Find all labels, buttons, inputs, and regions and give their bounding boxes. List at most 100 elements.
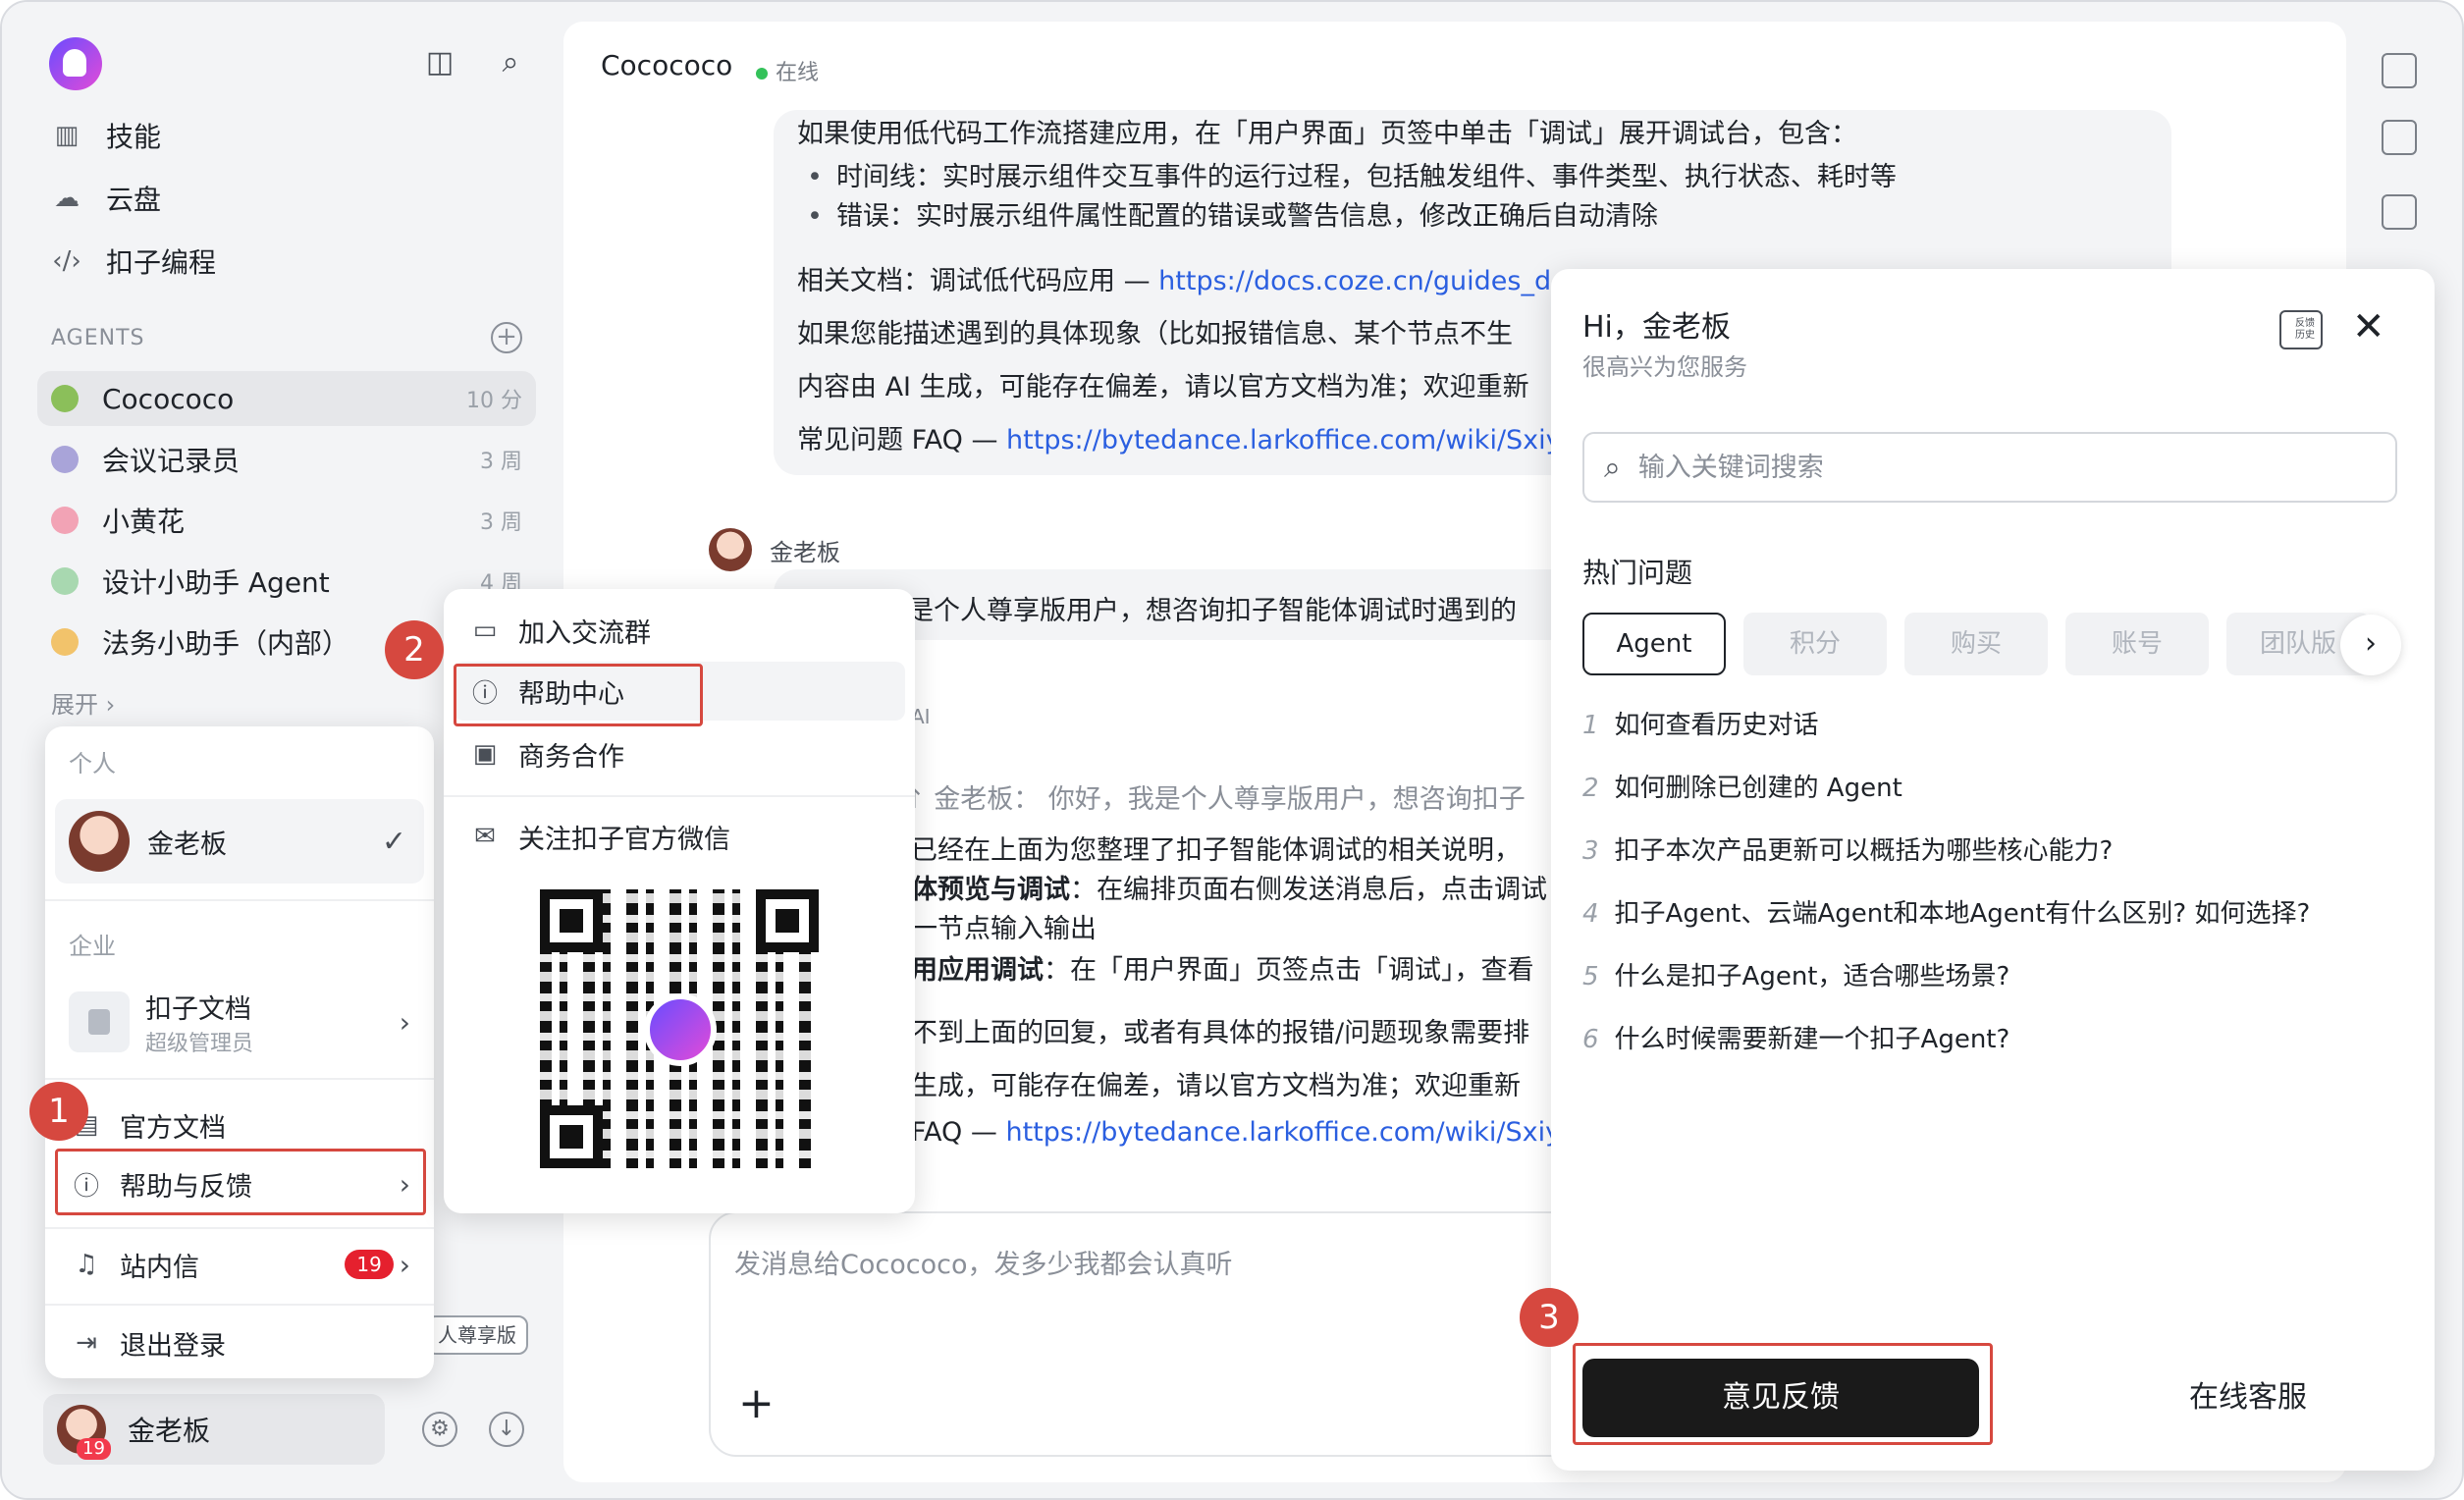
message-text: 如果您能描述遇到的具体现象（比如报错信息、某个节点不生: [797, 319, 1513, 349]
join-group-item[interactable]: ▭ 加入交流群: [454, 601, 905, 660]
collapse-sidebar-icon[interactable]: ◫: [422, 45, 457, 80]
agent-item[interactable]: Cocococo 10 分: [37, 371, 536, 426]
coze-logo[interactable]: [49, 37, 102, 90]
agents-section-label: AGENTS: [51, 326, 145, 350]
calendar-icon[interactable]: [2382, 120, 2417, 155]
tag-points[interactable]: 积分: [1743, 613, 1887, 675]
divider: [45, 1227, 434, 1229]
help-subtitle: 很高兴为您服务: [1582, 353, 1747, 381]
divider: [444, 795, 915, 797]
divider: [45, 1304, 434, 1306]
quoted-message: ↑ 金老板： 你好，我是个人尊享版用户，想咨询扣子: [903, 784, 1526, 815]
qr-finder: [756, 889, 819, 952]
nav-skills[interactable]: ▥ 技能: [51, 110, 161, 161]
faq-item[interactable]: 1 如何查看历史对话: [1582, 705, 1819, 741]
faq-reference: 常见问题 FAQ — https://bytedance.larkoffice.…: [797, 425, 1583, 455]
download-icon[interactable]: ↓: [489, 1412, 524, 1447]
message-text: 是个人尊享版用户，想咨询扣子智能体调试时遇到的: [907, 596, 1517, 626]
chat-bubble-icon: ▭: [472, 616, 498, 645]
faq-item[interactable]: 6 什么时候需要新建一个扣子Agent?: [1582, 1019, 2009, 1055]
notification-badge: 19: [77, 1438, 111, 1460]
nav-cloud-drive[interactable]: ☁ 云盘: [51, 173, 161, 224]
chevron-right-icon: ›: [399, 1005, 410, 1039]
hot-questions-title: 热门问题: [1582, 557, 1693, 589]
message-bullet: 错误：实时展示组件属性配置的错误或警告信息，修改正确后自动清除: [807, 194, 1658, 233]
app-window: ◫ ⌕ ▥ 技能 ☁ 云盘 ‹/› 扣子编程 AGENTS + Cocococo…: [0, 0, 2464, 1500]
agent-item[interactable]: 会议记录员 3 周: [37, 432, 536, 487]
agent-avatar: [51, 567, 79, 595]
agent-item[interactable]: 小黄花 3 周: [37, 493, 536, 548]
online-support-button[interactable]: 在线客服: [2101, 1359, 2395, 1437]
step-marker: 2: [385, 620, 444, 679]
cloud-icon: ☁: [54, 184, 80, 213]
settings-gear-icon[interactable]: ⚙: [422, 1412, 457, 1447]
qr-finder: [540, 1105, 603, 1168]
close-icon[interactable]: ✕: [2352, 304, 2385, 349]
divider: [45, 1078, 434, 1080]
qr-logo: [644, 993, 717, 1066]
faq-item[interactable]: 5 什么是扣子Agent，适合哪些场景?: [1582, 956, 2009, 992]
logout-icon: ⇥: [76, 1328, 97, 1358]
step-marker: 3: [1520, 1288, 1579, 1347]
highlight-box: [1573, 1343, 1993, 1445]
message-input[interactable]: 发消息给Cocococo，发多少我都会认真听 +: [709, 1211, 1592, 1457]
agent-avatar: [51, 385, 79, 412]
message-text: 内容由 AI 生成，可能存在偏差，请以官方文档为准；欢迎重新: [797, 372, 1529, 402]
plus-icon[interactable]: +: [738, 1378, 775, 1428]
mail-icon[interactable]: [2382, 194, 2417, 230]
folder-icon[interactable]: [2382, 53, 2417, 88]
inbox-item[interactable]: ♫ 站内信 19 ›: [55, 1235, 424, 1294]
personal-account[interactable]: 金老板 ✓: [55, 799, 424, 884]
help-search: ⌕: [1582, 432, 2397, 503]
faq-item[interactable]: 2 如何删除已创建的 Agent: [1582, 768, 1902, 804]
agent-avatar: [51, 628, 79, 656]
message-text: 一节点输入输出: [911, 914, 1097, 944]
message-text: 体预览与调试：在编排页面右侧发送消息后，点击调试: [911, 875, 1547, 905]
feedback-history-icon[interactable]: 反馈历史: [2279, 310, 2323, 349]
divider: [45, 899, 434, 901]
follow-wechat-item[interactable]: ✉ 关注扣子官方微信: [454, 807, 905, 866]
avatar: [709, 528, 752, 571]
message-text: 生成，可能存在偏差，请以官方文档为准；欢迎重新: [911, 1071, 1521, 1101]
message-text: 已经在上面为您整理了扣子智能体调试的相关说明，: [911, 835, 1521, 866]
unread-badge: 19: [345, 1250, 394, 1279]
step-marker: 1: [29, 1082, 88, 1141]
search-icon[interactable]: ⌕: [493, 45, 528, 80]
wechat-icon: ✉: [474, 822, 496, 851]
chevron-right-icon: ›: [399, 1248, 410, 1281]
help-greeting: Hi，金老板: [1582, 310, 1731, 345]
help-panel: Hi，金老板 很高兴为您服务 反馈历史 ✕ ⌕ 热门问题 Agent 积分 购买…: [1551, 269, 2435, 1471]
tag-purchase[interactable]: 购买: [1904, 613, 2048, 675]
highlight-box: [55, 1149, 426, 1215]
tag-account[interactable]: 账号: [2065, 613, 2209, 675]
chevron-right-icon[interactable]: ›: [2340, 615, 2401, 675]
help-search-input[interactable]: [1637, 452, 2326, 483]
books-icon: ▥: [54, 121, 80, 150]
input-placeholder: 发消息给Cocococo，发多少我都会认真听: [734, 1250, 1233, 1280]
check-icon: ✓: [381, 824, 406, 859]
expand-agents-link[interactable]: 展开 ›: [51, 685, 115, 720]
business-item[interactable]: ▣ 商务合作: [454, 724, 905, 783]
enterprise-label: 企业: [69, 933, 116, 960]
agent-avatar: [51, 507, 79, 534]
official-docs-item[interactable]: ▤ 官方文档: [55, 1098, 424, 1152]
enterprise-account[interactable]: 扣子文档 超级管理员 ›: [55, 980, 424, 1064]
faq-item[interactable]: 3 扣子本次产品更新可以概括为哪些核心能力?: [1582, 830, 2113, 867]
org-icon: [69, 991, 130, 1052]
faq-reference: FAQ — https://bytedance.larkoffice.com/w…: [911, 1117, 1583, 1148]
highlight-box: [454, 664, 703, 726]
search-icon: ⌕: [1604, 450, 1621, 485]
faq-link[interactable]: https://bytedance.larkoffice.com/wiki/Sx…: [1005, 1117, 1582, 1148]
faq-link[interactable]: https://bytedance.larkoffice.com/wiki/Sx…: [1006, 425, 1583, 455]
message-bullet: 时间线：实时展示组件交互事件的运行过程，包括触发组件、事件类型、执行状态、耗时等: [807, 155, 1897, 193]
online-status: 在线: [756, 55, 819, 86]
code-icon: ‹/›: [52, 246, 81, 276]
logout-item[interactable]: ⇥ 退出登录: [55, 1313, 424, 1372]
nav-coze-coding[interactable]: ‹/› 扣子编程: [51, 236, 216, 287]
avatar: 19: [57, 1405, 111, 1460]
profile-menu: 个人 金老板 ✓ 企业 扣子文档 超级管理员 › ▤ 官方文档 ⓘ 帮助与反馈 …: [45, 726, 434, 1378]
current-user-button[interactable]: 19 金老板: [43, 1394, 385, 1465]
faq-item[interactable]: 4 扣子Agent、云端Agent和本地Agent有什么区别? 如何选择?: [1582, 893, 2310, 930]
add-agent-icon[interactable]: +: [491, 322, 522, 353]
tag-agent[interactable]: Agent: [1582, 613, 1726, 675]
